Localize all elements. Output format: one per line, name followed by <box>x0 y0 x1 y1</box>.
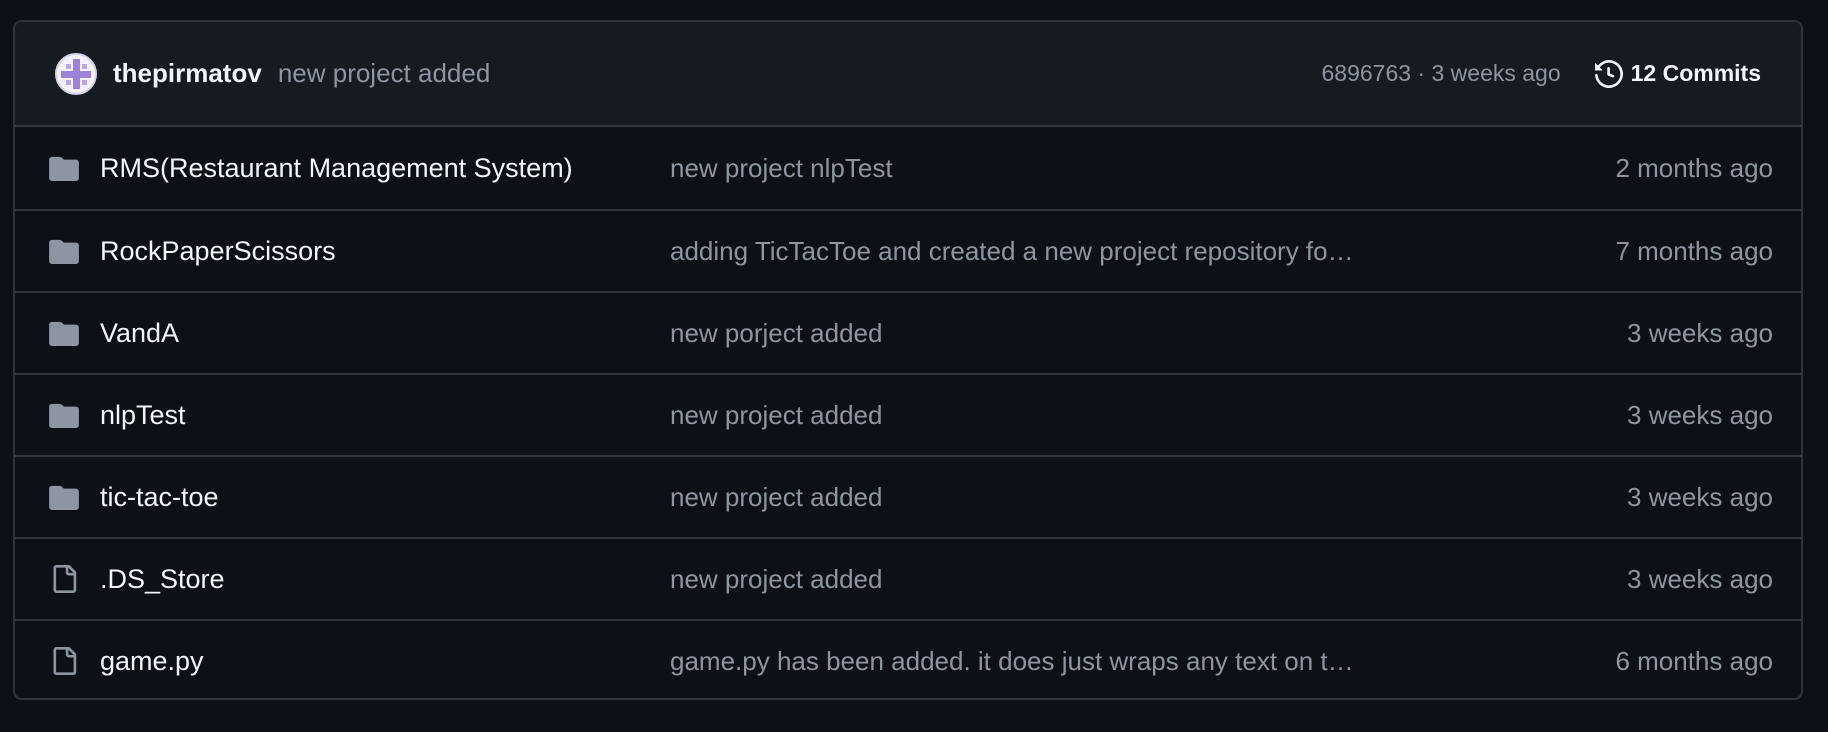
file-commit-age: 3 weeks ago <box>1627 399 1773 430</box>
file-row[interactable]: nlpTest new project added 3 weeks ago <box>15 373 1801 455</box>
file-name-link[interactable]: nlpTest <box>100 400 186 431</box>
file-row[interactable]: .DS_Store new project added 3 weeks ago <box>15 537 1801 619</box>
folder-icon <box>47 400 81 430</box>
latest-commit-header: thepirmatov new project added 6896763 · … <box>15 22 1801 127</box>
history-icon <box>1594 59 1623 88</box>
file-commit-message-link[interactable]: new project added <box>670 400 1430 431</box>
file-row[interactable]: RMS(Restaurant Management System) new pro… <box>15 127 1801 209</box>
file-name-link[interactable]: VandA <box>100 318 179 349</box>
file-commit-message-link[interactable]: adding TicTacToe and created a new proje… <box>670 236 1430 267</box>
file-name-link[interactable]: .DS_Store <box>100 564 225 595</box>
file-rows: RMS(Restaurant Management System) new pro… <box>15 127 1801 698</box>
file-commit-age: 7 months ago <box>1615 235 1773 266</box>
file-commit-message-link[interactable]: new project added <box>670 482 1430 513</box>
commits-history-button[interactable]: 12 Commits <box>1594 59 1761 88</box>
file-name-link[interactable]: RMS(Restaurant Management System) <box>100 153 573 184</box>
file-commit-age: 3 weeks ago <box>1627 481 1773 512</box>
file-commit-age: 3 weeks ago <box>1627 317 1773 348</box>
file-icon <box>47 564 81 594</box>
file-icon <box>47 646 81 676</box>
file-commit-message-link[interactable]: new porject added <box>670 318 1430 349</box>
commit-hash-time[interactable]: 6896763 · 3 weeks ago <box>1322 60 1561 87</box>
file-commit-age: 3 weeks ago <box>1627 563 1773 594</box>
file-name-link[interactable]: game.py <box>100 646 204 677</box>
file-row[interactable]: RockPaperScissors adding TicTacToe and cr… <box>15 209 1801 291</box>
file-commit-message-link[interactable]: new project added <box>670 564 1430 595</box>
commit-author-link[interactable]: thepirmatov <box>113 58 262 89</box>
file-commit-age: 6 months ago <box>1615 645 1773 676</box>
folder-icon <box>47 153 81 183</box>
file-commit-message-link[interactable]: game.py has been added. it does just wra… <box>670 646 1430 677</box>
file-commit-message-link[interactable]: new project nlpTest <box>670 153 1430 184</box>
commits-count-label: 12 Commits <box>1630 60 1761 86</box>
file-commit-age: 2 months ago <box>1615 152 1773 183</box>
commit-message-link[interactable]: new project added <box>278 58 490 89</box>
file-row[interactable]: game.py game.py has been added. it does j… <box>15 619 1801 698</box>
file-list-box: thepirmatov new project added 6896763 · … <box>13 20 1803 700</box>
file-row[interactable]: VandA new porject added 3 weeks ago <box>15 291 1801 373</box>
folder-icon <box>47 482 81 512</box>
avatar[interactable] <box>55 52 97 95</box>
file-name-link[interactable]: tic-tac-toe <box>100 482 219 513</box>
file-row[interactable]: tic-tac-toe new project added 3 weeks ago <box>15 455 1801 537</box>
file-name-link[interactable]: RockPaperScissors <box>100 236 336 267</box>
folder-icon <box>47 236 81 266</box>
folder-icon <box>47 318 81 348</box>
